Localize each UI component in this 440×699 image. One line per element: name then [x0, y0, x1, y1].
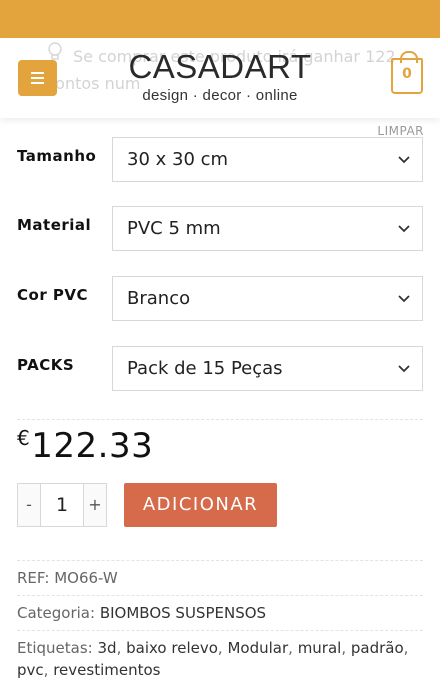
logo-tagline: design · decor · online [142, 87, 298, 104]
chevron-down-icon [398, 156, 410, 164]
select-value: Pack de 15 Peças [127, 358, 283, 379]
top-bar [0, 0, 440, 38]
cart-count: 0 [402, 66, 412, 82]
category-link[interactable]: BIOMBOS SUSPENSOS [100, 604, 266, 622]
tags-label: Etiquetas: [17, 639, 93, 657]
option-label-material: Material [17, 216, 92, 234]
ref-label: REF: [17, 569, 50, 587]
category-label: Categoria: [17, 604, 96, 622]
price-value: 122.33 [31, 426, 154, 466]
divider [17, 419, 423, 420]
quantity-input[interactable]: 1 [42, 484, 82, 526]
tag-link[interactable]: mural [298, 639, 342, 657]
option-label-tamanho: Tamanho [17, 147, 97, 165]
select-tamanho[interactable]: 30 x 30 cm [112, 137, 423, 182]
select-value: PVC 5 mm [127, 218, 221, 239]
menu-icon [31, 72, 44, 74]
select-value: 30 x 30 cm [127, 149, 229, 170]
select-cor-pvc[interactable]: Branco [112, 276, 423, 321]
chevron-down-icon [398, 295, 410, 303]
tag-link[interactable]: 3d [98, 639, 117, 657]
price-currency: € [17, 426, 31, 450]
product-price: €122.33 [17, 426, 153, 466]
ref-value: MO66-W [54, 569, 118, 587]
select-material[interactable]: PVC 5 mm [112, 206, 423, 251]
add-to-cart-button[interactable]: ADICIONAR [124, 483, 277, 527]
tag-link[interactable]: pvc [17, 661, 44, 679]
logo-brand: CASADART [128, 48, 312, 85]
site-header: Se comprar este produto irá ganhar 122 p… [0, 38, 440, 118]
chevron-down-icon [398, 365, 410, 373]
chevron-down-icon [398, 225, 410, 233]
site-logo[interactable]: CASADART design · decor · online [110, 46, 330, 104]
clear-options-link[interactable]: LIMPAR [370, 124, 424, 138]
tag-link[interactable]: padrão [351, 639, 404, 657]
quantity-increase-button[interactable]: + [83, 484, 106, 526]
option-label-cor-pvc: Cor PVC [17, 286, 89, 304]
cart-button[interactable]: 0 [391, 51, 423, 94]
option-label-packs: PACKS [17, 356, 75, 374]
select-value: Branco [127, 288, 191, 309]
divider [17, 560, 423, 561]
quantity-stepper: - 1 + [17, 483, 107, 527]
menu-button[interactable] [18, 60, 57, 96]
divider [17, 630, 423, 631]
product-tags: Etiquetas: 3d, baixo relevo, Modular, mu… [17, 639, 409, 679]
tag-link[interactable]: revestimentos [53, 661, 160, 679]
tag-link[interactable]: baixo relevo [126, 639, 218, 657]
select-packs[interactable]: Pack de 15 Peças [112, 346, 423, 391]
quantity-decrease-button[interactable]: - [18, 484, 41, 526]
divider [17, 595, 423, 596]
product-category: Categoria: BIOMBOS SUSPENSOS [17, 602, 423, 624]
tag-link[interactable]: Modular [227, 639, 288, 657]
product-ref: REF: MO66-W [17, 567, 423, 589]
